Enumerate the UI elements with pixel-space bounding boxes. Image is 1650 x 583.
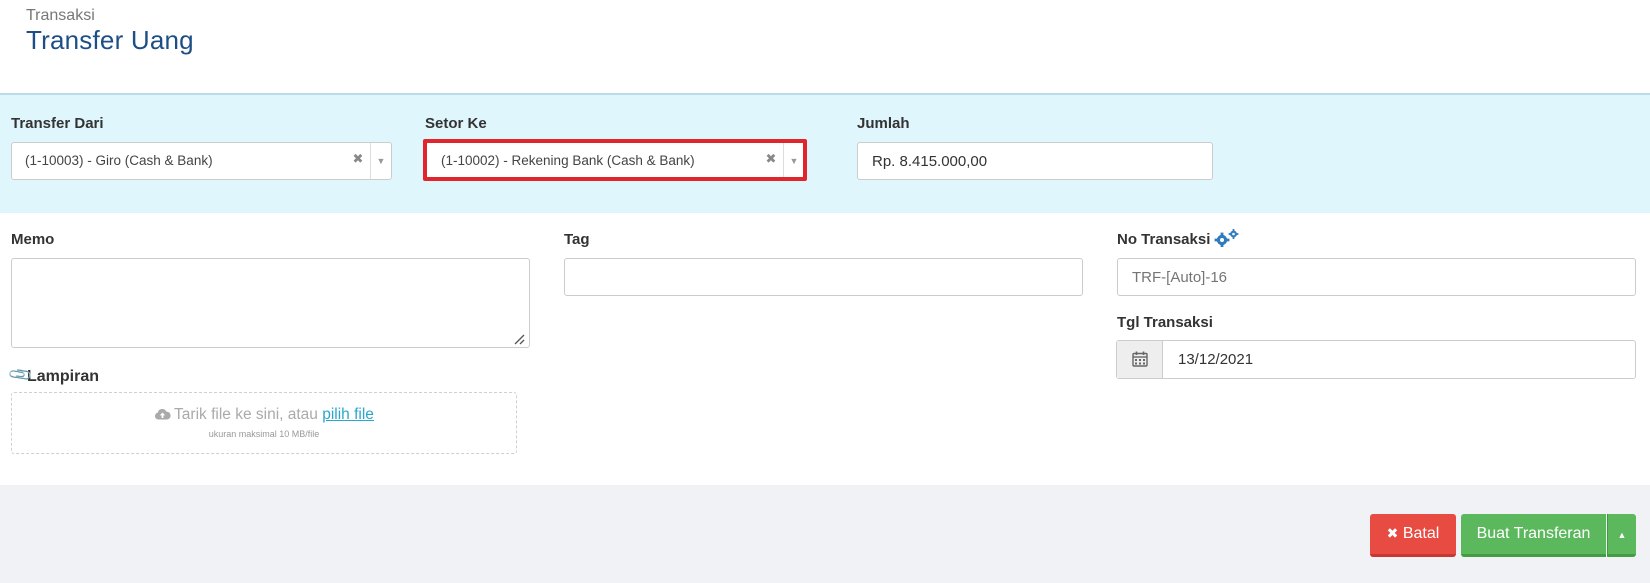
deposit-to-select[interactable]: (1-10002) - Rekening Bank (Cash & Bank) …	[427, 142, 805, 180]
attachment-label: Lampiran	[27, 368, 100, 385]
create-transfer-button[interactable]: Buat Transferan	[1461, 514, 1606, 557]
tag-input[interactable]	[564, 258, 1083, 296]
chevron-down-icon[interactable]: ▼	[784, 143, 804, 179]
page-header: Transaksi Transfer Uang	[0, 0, 1650, 95]
transfer-from-label: Transfer Dari	[11, 115, 104, 132]
dropzone-text: Tarik file ke sini, atau	[174, 406, 318, 423]
transaction-date-value: 13/12/2021	[1178, 351, 1254, 368]
cloud-upload-icon	[155, 408, 171, 420]
memo-textarea[interactable]	[11, 258, 530, 348]
cancel-button-label: Batal	[1402, 525, 1440, 542]
deposit-to-label: Setor Ke	[425, 115, 487, 132]
caret-up-icon: ▲	[1617, 530, 1627, 540]
calendar-icon	[1132, 351, 1148, 367]
choose-file-link[interactable]: pilih file	[322, 406, 374, 423]
memo-label: Memo	[11, 231, 55, 248]
deposit-to-value: (1-10002) - Rekening Bank (Cash & Bank)	[441, 153, 695, 168]
dropzone-message: Tarik file ke sini, atau pilih file	[12, 406, 516, 424]
clear-icon[interactable]: ✖	[764, 151, 778, 169]
page-title: Transfer Uang	[26, 25, 194, 55]
amount-label: Jumlah	[857, 115, 910, 132]
breadcrumb[interactable]: Transaksi	[26, 7, 95, 25]
transfer-from-select[interactable]: (1-10003) - Giro (Cash & Bank) ✖ ▼	[11, 142, 392, 180]
attachment-label-row: 📎Lampiran	[8, 362, 100, 388]
create-transfer-label: Buat Transferan	[1476, 525, 1591, 542]
transaction-number-label: No Transaksi	[1117, 231, 1211, 248]
amount-input[interactable]	[857, 142, 1213, 180]
dropzone-hint: ukuran maksimal 10 MB/file	[208, 429, 320, 439]
transaction-date-picker[interactable]: 13/12/2021	[1116, 340, 1636, 379]
gears-icon[interactable]	[1213, 229, 1241, 247]
more-actions-dropdown[interactable]: ▲	[1607, 514, 1636, 557]
transaction-date-label: Tgl Transaksi	[1117, 314, 1213, 331]
tag-label: Tag	[564, 231, 590, 248]
times-icon: ✖	[1386, 525, 1399, 541]
clear-icon[interactable]: ✖	[351, 151, 365, 169]
chevron-down-icon[interactable]: ▼	[371, 143, 391, 179]
calendar-addon[interactable]	[1117, 341, 1163, 378]
transfer-from-value: (1-10003) - Giro (Cash & Bank)	[25, 153, 213, 168]
transaction-number-input[interactable]	[1117, 258, 1636, 296]
resize-grip-icon[interactable]	[513, 333, 525, 345]
cancel-button[interactable]: ✖ Batal	[1370, 514, 1456, 557]
file-dropzone[interactable]: Tarik file ke sini, atau pilih file ukur…	[11, 392, 517, 454]
